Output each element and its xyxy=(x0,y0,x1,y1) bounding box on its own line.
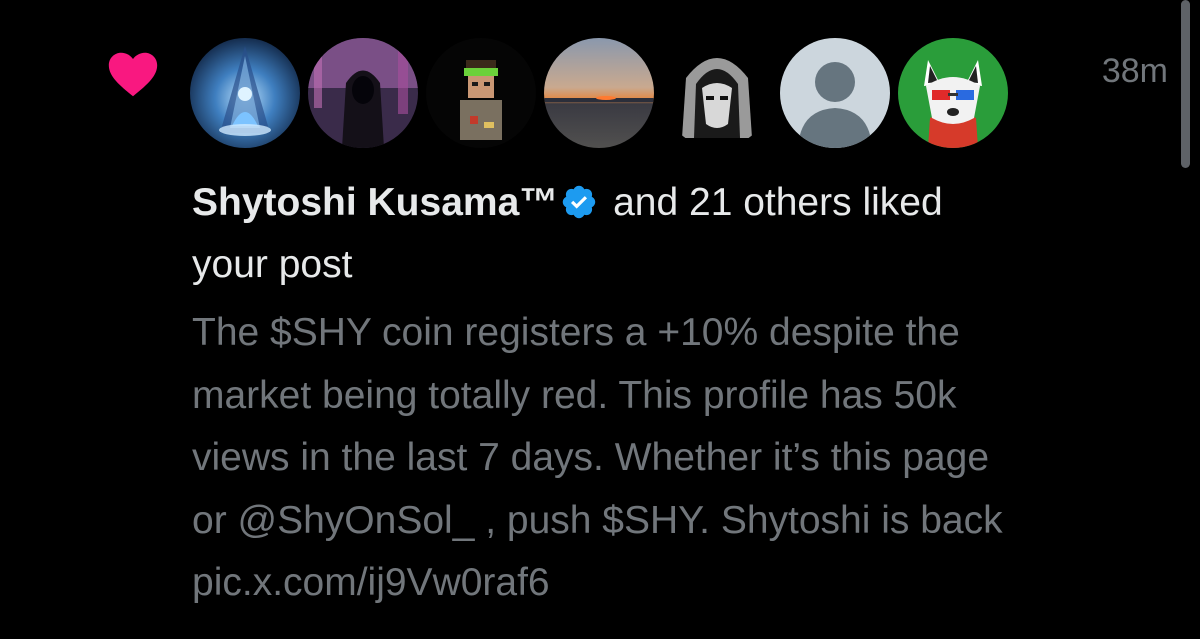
scrollbar[interactable] xyxy=(1181,0,1190,168)
post-line: The $SHY coin registers a +10% despite t… xyxy=(192,311,960,354)
avatar-pixel-character[interactable] xyxy=(426,38,536,148)
avatar-hooded-mask[interactable] xyxy=(662,38,772,148)
avatar-sunset-beach[interactable] xyxy=(544,38,654,148)
post-preview[interactable]: The $SHY coin registers a +10% despite t… xyxy=(192,302,1172,615)
avatar-shiba-dog[interactable] xyxy=(898,38,1008,148)
author-name[interactable]: Shytoshi Kusama™ xyxy=(192,181,558,224)
post-line: market being totally red. This profile h… xyxy=(192,373,957,417)
heart-icon xyxy=(108,52,158,97)
avatar-default[interactable] xyxy=(780,38,890,148)
action-text: and 21 others liked xyxy=(602,181,943,224)
notification-headline: Shytoshi Kusama™ and 21 others liked you… xyxy=(192,172,1152,296)
post-link[interactable]: pic.x.com/ij9Vw0raf6 xyxy=(192,552,1172,615)
post-line: views in the last 7 days. Whether it’s t… xyxy=(192,436,990,479)
action-text-continued: your post xyxy=(192,243,353,286)
like-notification[interactable]: 38m Shytoshi Kusama™ and 21 others liked… xyxy=(0,0,1200,639)
verified-badge-icon xyxy=(563,185,596,219)
timestamp: 38m xyxy=(1101,52,1168,90)
post-line: or @ShyOnSol_ , push $SHY. Shytoshi is b… xyxy=(192,498,1003,542)
avatar-hooded-figure[interactable] xyxy=(308,38,418,148)
avatar-meditating-figure[interactable] xyxy=(190,38,300,148)
liker-avatars xyxy=(190,38,1008,148)
